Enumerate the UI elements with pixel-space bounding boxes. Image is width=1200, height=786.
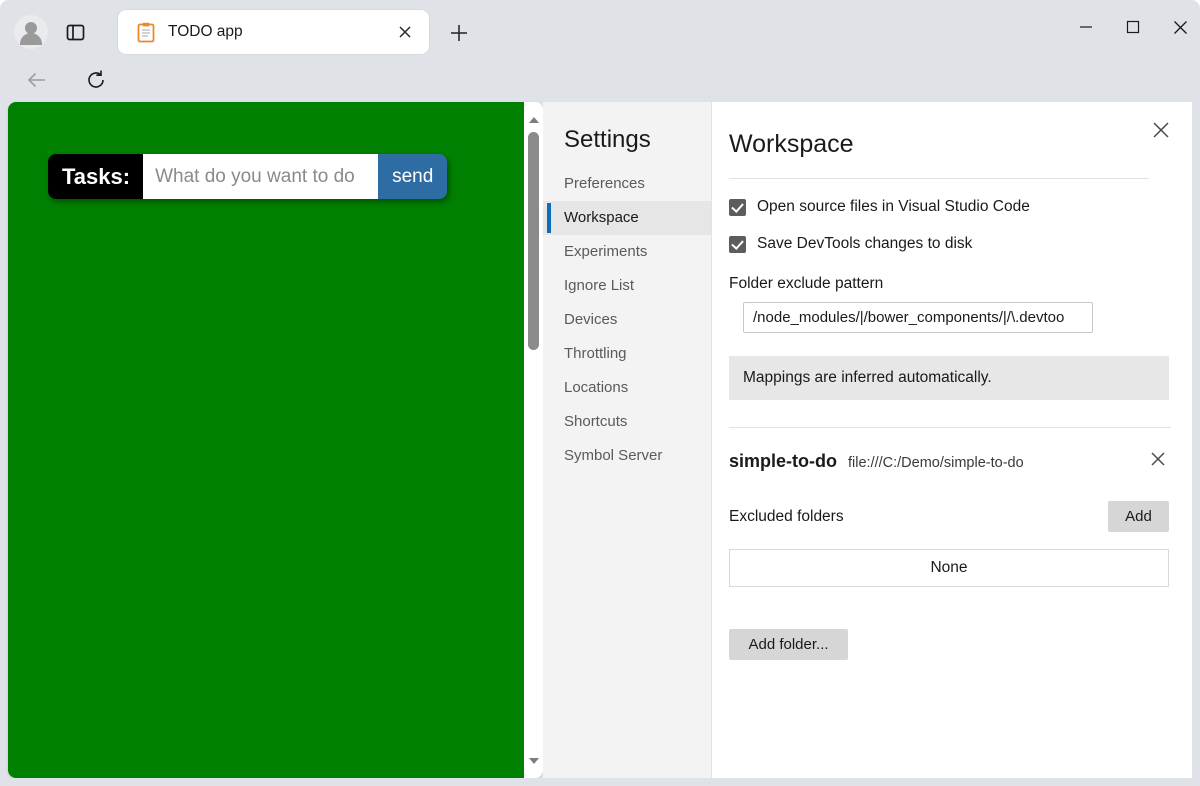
checkbox-label: Save DevTools changes to disk [757, 235, 972, 253]
sidebar-item-ignore-list[interactable]: Ignore List [543, 269, 711, 303]
settings-sidebar: Settings Preferences Workspace Experimen… [543, 102, 712, 778]
folder-exclude-pattern-label: Folder exclude pattern [729, 275, 1162, 293]
reload-icon[interactable] [79, 63, 113, 97]
add-folder-button[interactable]: Add folder... [729, 629, 848, 660]
sidebar-item-experiments[interactable]: Experiments [543, 235, 711, 269]
todo-app-page: Tasks: send [8, 102, 524, 778]
tab-actions-icon[interactable] [60, 17, 90, 47]
sidebar-item-label: Experiments [564, 243, 647, 260]
workspace-folder-name: simple-to-do [729, 451, 837, 472]
page-viewport: Tasks: send [8, 102, 543, 778]
tab-title: TODO app [168, 10, 243, 54]
sidebar-item-shortcuts[interactable]: Shortcuts [543, 405, 711, 439]
folder-exclude-pattern-input[interactable] [743, 302, 1093, 333]
mappings-notice: Mappings are inferred automatically. [729, 356, 1169, 400]
avatar-body [20, 33, 42, 45]
excluded-folders-row: Excluded folders Add [729, 501, 1169, 532]
sidebar-item-label: Shortcuts [564, 413, 627, 430]
remove-folder-close-icon[interactable] [1145, 446, 1171, 472]
sidebar-item-label: Ignore List [564, 277, 634, 294]
checkbox-checked-icon[interactable] [729, 199, 746, 216]
settings-heading: Settings [543, 126, 711, 167]
browser-window: TODO app [0, 0, 1200, 786]
section-divider [729, 427, 1171, 428]
back-arrow-icon[interactable] [20, 63, 54, 97]
title-divider [729, 178, 1149, 179]
sidebar-item-label: Workspace [564, 209, 639, 226]
tab-strip: TODO app [0, 0, 1200, 58]
task-input-widget: Tasks: send [48, 154, 447, 199]
sidebar-item-devices[interactable]: Devices [543, 303, 711, 337]
page-title: Workspace [729, 102, 1162, 159]
tab-todo-app[interactable]: TODO app [118, 10, 429, 54]
close-icon[interactable] [1147, 116, 1175, 144]
sidebar-item-label: Preferences [564, 175, 645, 192]
tab-close-icon[interactable] [395, 22, 415, 42]
sidebar-item-label: Locations [564, 379, 628, 396]
checkbox-checked-icon[interactable] [729, 236, 746, 253]
workspace-folder-url: file:///C:/Demo/simple-to-do [848, 455, 1024, 471]
scrollbar-thumb[interactable] [528, 132, 539, 350]
minimize-button[interactable] [1063, 8, 1109, 46]
scroll-up-arrow-icon[interactable] [524, 110, 543, 129]
window-bottom-border [0, 778, 1200, 786]
sidebar-item-preferences[interactable]: Preferences [543, 167, 711, 201]
excluded-folders-empty-state: None [729, 549, 1169, 587]
workspace-folder-row: simple-to-do file:///C:/Demo/simple-to-d… [729, 451, 1171, 472]
avatar[interactable] [14, 15, 48, 49]
window-right-border [1192, 102, 1200, 786]
sidebar-item-label: Devices [564, 311, 617, 328]
devtools-settings-dialog: Settings Preferences Workspace Experimen… [543, 102, 1192, 778]
sidebar-item-label: Throttling [564, 345, 627, 362]
scroll-down-arrow-icon[interactable] [524, 751, 543, 770]
checkbox-label: Open source files in Visual Studio Code [757, 198, 1030, 216]
sidebar-item-workspace[interactable]: Workspace [543, 201, 711, 235]
page-scrollbar[interactable] [524, 102, 543, 778]
new-tab-button[interactable] [444, 18, 474, 48]
sidebar-item-locations[interactable]: Locations [543, 371, 711, 405]
clipboard-icon [136, 22, 156, 43]
task-input[interactable] [143, 154, 378, 199]
send-button[interactable]: send [378, 154, 447, 199]
tasks-label: Tasks: [48, 154, 143, 199]
settings-content-panel: Workspace Open source files in Visual St… [712, 102, 1192, 778]
add-excluded-folder-button[interactable]: Add [1108, 501, 1169, 532]
window-close-button[interactable] [1157, 8, 1200, 46]
checkbox-save-devtools-changes[interactable]: Save DevTools changes to disk [729, 235, 1162, 253]
sidebar-item-label: Symbol Server [564, 447, 662, 464]
sidebar-item-throttling[interactable]: Throttling [543, 337, 711, 371]
maximize-button[interactable] [1110, 8, 1156, 46]
excluded-folders-label: Excluded folders [729, 508, 844, 526]
sidebar-item-symbol-server[interactable]: Symbol Server [543, 439, 711, 473]
navigation-toolbar: File C:/Demo/simple-to-do/index.html [0, 58, 1200, 102]
checkbox-open-source-files[interactable]: Open source files in Visual Studio Code [729, 198, 1162, 216]
